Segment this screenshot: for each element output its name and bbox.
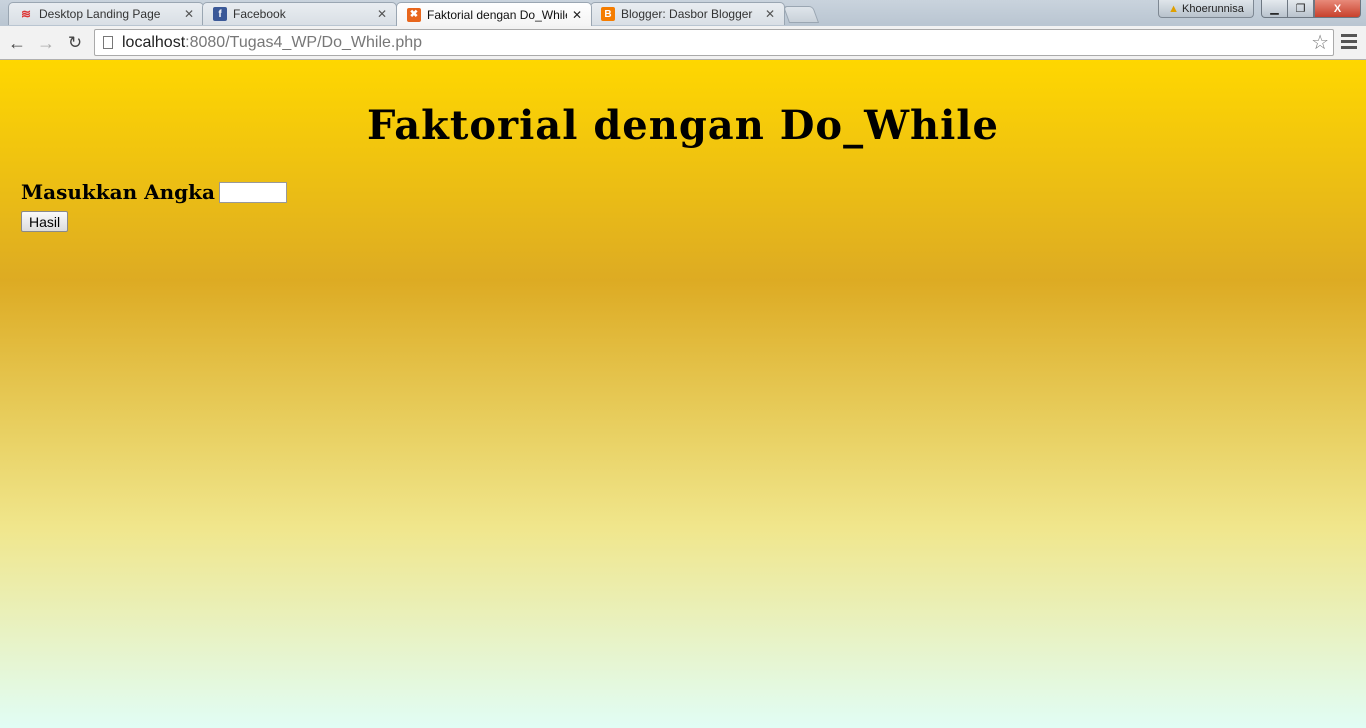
xampp-icon: ✖ [407,7,421,22]
wifi-icon: ≋ [20,7,32,21]
maximize-button[interactable]: ❐ [1287,0,1314,18]
tab-label: Faktorial dengan Do_While [427,7,567,22]
new-tab-button[interactable] [782,6,820,23]
tab-label: Desktop Landing Page [39,7,161,21]
window-close-button[interactable]: X [1314,0,1361,18]
tab-desktop-landing-page[interactable]: ≋ Desktop Landing Page ✕ [8,2,204,25]
page-title: Faktorial dengan Do_While [367,102,999,149]
facebook-icon: f [213,7,227,21]
url-text[interactable]: localhost:8080/Tugas4_WP/Do_While.php [122,34,1311,52]
reload-icon[interactable]: ↻ [64,32,86,54]
forward-arrow-icon[interactable]: → [35,32,57,54]
number-label: Masukkan Angka [21,180,215,204]
close-icon[interactable]: ✕ [764,7,776,21]
blogger-icon: B [601,7,615,21]
page-viewport: Faktorial dengan Do_While Masukkan Angka… [0,60,1366,728]
profile-name: Khoerunnisa [1182,2,1244,15]
minimize-button[interactable]: ▁ [1261,0,1288,18]
input-row: Masukkan Angka [21,180,287,204]
tab-label: Blogger: Dasbor Blogger [621,7,753,21]
tab-facebook[interactable]: f Facebook ✕ [202,2,397,25]
tab-label: Facebook [233,7,286,21]
tab-faktorial[interactable]: ✖ Faktorial dengan Do_While ✕ [396,2,592,26]
address-bar[interactable]: localhost:8080/Tugas4_WP/Do_While.php ☆ [94,29,1334,56]
close-icon[interactable]: ✕ [571,8,583,22]
warning-icon: ▲ [1168,2,1180,15]
bookmark-star-icon[interactable]: ☆ [1311,30,1329,55]
browser-toolbar: ← → ↻ localhost:8080/Tugas4_WP/Do_While.… [0,26,1366,60]
title-bar: ≋ Desktop Landing Page ✕ f Facebook ✕ ✖ … [0,0,1366,26]
page-icon [103,36,113,49]
url-host: localhost [122,33,186,51]
menu-icon[interactable] [1341,34,1357,52]
number-input[interactable] [218,181,287,203]
tab-blogger[interactable]: B Blogger: Dasbor Blogger ✕ [590,2,785,25]
profile-button[interactable]: ▲ Khoerunnisa [1158,0,1254,18]
close-icon[interactable]: ✕ [183,7,195,21]
hasil-button[interactable]: Hasil [21,211,69,232]
back-arrow-icon[interactable]: ← [6,32,28,54]
close-icon[interactable]: ✕ [376,7,388,21]
url-path: :8080/Tugas4_WP/Do_While.php [185,33,423,51]
